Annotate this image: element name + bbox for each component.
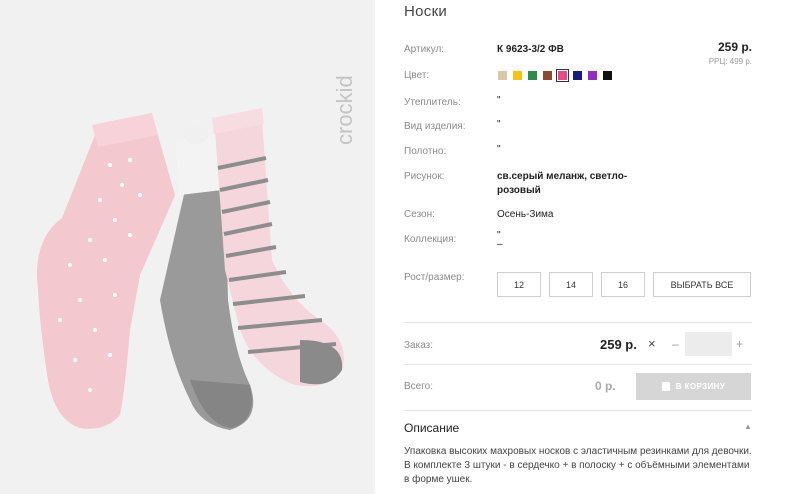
attr-label-fabric: Полотно: bbox=[404, 146, 447, 157]
color-swatch[interactable] bbox=[556, 69, 569, 82]
attr-label-insulation: Утеплитель: bbox=[404, 97, 461, 108]
product-photo[interactable]: crockid bbox=[0, 0, 375, 494]
quantity-input[interactable] bbox=[685, 332, 732, 356]
divider bbox=[404, 364, 752, 365]
color-swatch[interactable] bbox=[587, 70, 598, 81]
attr-label-article: Артикул: bbox=[404, 44, 445, 55]
color-swatch[interactable] bbox=[572, 70, 583, 81]
attr-label-collection: Коллекция: bbox=[404, 234, 457, 245]
color-swatch[interactable] bbox=[512, 70, 523, 81]
divider bbox=[404, 410, 752, 411]
attr-value-collection: " – bbox=[497, 230, 503, 250]
color-swatch[interactable] bbox=[542, 70, 553, 81]
attr-label-season: Сезон: bbox=[404, 209, 435, 220]
add-to-cart-button[interactable]: В КОРЗИНУ bbox=[636, 373, 751, 400]
product-price: 259 р. bbox=[717, 40, 752, 54]
product-rrp: РРЦ: 499 р. bbox=[708, 57, 752, 66]
shopping-bag-icon bbox=[661, 382, 670, 391]
description-title[interactable]: Описание bbox=[404, 421, 459, 435]
divider bbox=[404, 322, 752, 323]
total-price: 0 р. bbox=[595, 379, 616, 393]
color-swatches bbox=[497, 69, 613, 82]
size-button-12[interactable]: 12 bbox=[497, 272, 541, 297]
attr-value-fabric: " bbox=[497, 144, 501, 155]
description-text: Упаковка высоких махровых носков с эласт… bbox=[404, 446, 752, 485]
total-label: Всего: bbox=[404, 381, 433, 392]
attr-value-article: К 9623-3/2 ФВ bbox=[497, 44, 564, 55]
attr-value-type: " bbox=[497, 119, 501, 130]
color-swatch[interactable] bbox=[527, 70, 538, 81]
size-button-14[interactable]: 14 bbox=[549, 272, 593, 297]
attr-label-color: Цвет: bbox=[404, 70, 430, 81]
attr-value-pattern: св.серый меланж, светло-розовый bbox=[497, 171, 628, 196]
collapse-caret-icon[interactable]: ▲ bbox=[744, 422, 752, 431]
attr-label-type: Вид изделия: bbox=[404, 121, 466, 132]
socks-illustration: crockid bbox=[0, 0, 375, 494]
attr-value-season: Осень-Зима bbox=[497, 209, 554, 220]
times-icon: × bbox=[648, 336, 656, 351]
brand-watermark: crockid bbox=[332, 75, 357, 145]
product-title: Носки bbox=[404, 3, 448, 20]
increase-quantity-button[interactable]: + bbox=[736, 337, 743, 351]
order-price: 259 р. bbox=[600, 337, 637, 352]
attr-label-pattern: Рисунок: bbox=[404, 171, 445, 182]
size-label: Рост/размер: bbox=[404, 272, 465, 283]
decrease-quantity-button[interactable]: – bbox=[672, 337, 679, 351]
size-button-16[interactable]: 16 bbox=[601, 272, 645, 297]
select-all-sizes-button[interactable]: ВЫБРАТЬ ВСЕ bbox=[653, 272, 751, 297]
color-swatch[interactable] bbox=[497, 70, 508, 81]
color-swatch[interactable] bbox=[602, 70, 613, 81]
add-to-cart-label: В КОРЗИНУ bbox=[675, 382, 726, 391]
order-label: Заказ: bbox=[404, 340, 434, 351]
attr-value-insulation: " bbox=[497, 95, 501, 106]
